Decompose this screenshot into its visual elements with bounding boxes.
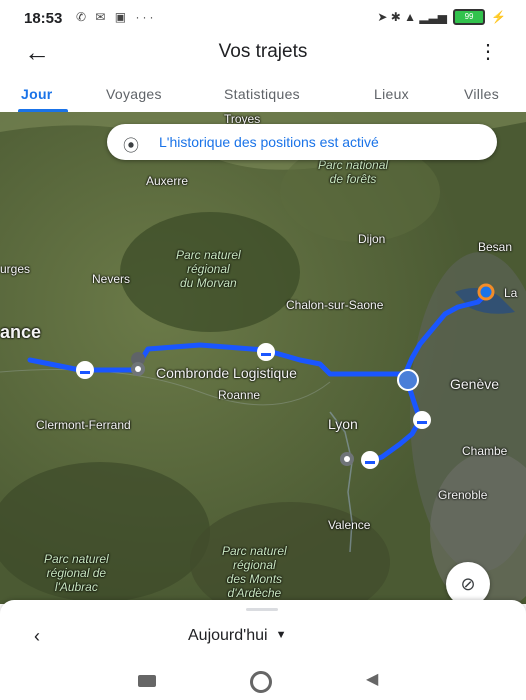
battery-icon: 99	[453, 9, 486, 25]
date-selector[interactable]: Aujourd'hui ▼	[188, 627, 286, 645]
map-label-park-aubrac: Parc naturel régional de l'Aubrac	[44, 552, 109, 594]
map-label-france: ance	[0, 322, 42, 342]
tab-statistiques[interactable]: Statistiques	[224, 86, 300, 102]
map-label-bourges: urges	[0, 262, 31, 276]
map-label-geneve: Genève	[450, 376, 500, 392]
map-label-park-forets: Parc national de forêts	[318, 158, 389, 186]
bottom-sheet: ‹ Aujourd'hui ▼	[0, 600, 526, 662]
map-label-lyon: Lyon	[328, 416, 358, 432]
tab-voyages[interactable]: Voyages	[106, 86, 162, 102]
svg-text:▬: ▬	[261, 348, 271, 359]
system-nav-bar: ◀	[0, 662, 526, 700]
circle-icon[interactable]	[250, 671, 272, 693]
notification-icons: ✆ ✉ ▣ ···	[76, 10, 157, 24]
map-label-chambery: Chambe	[462, 444, 508, 458]
location-history-banner[interactable]: ⦿ L'historique des positions est activé	[107, 124, 497, 160]
location-history-text: L'historique des positions est activé	[159, 134, 379, 150]
charging-icon: ⚡	[491, 10, 506, 24]
chevron-left-icon[interactable]: ‹	[34, 626, 40, 647]
page-title: Vos trajets	[218, 41, 308, 62]
location-pin-icon: ⦿	[123, 138, 140, 155]
tab-bar: Jour Voyages Statistiques Lieux Villes	[0, 76, 526, 113]
map-label-combronde: Combronde Logistique	[156, 365, 297, 381]
satellite-map: ▬ ▬ ▬ ▬	[0, 112, 526, 604]
map-label-auxerre: Auxerre	[146, 174, 189, 188]
svg-text:▬: ▬	[365, 456, 375, 467]
map-label-la: La	[504, 286, 518, 300]
tab-lieux[interactable]: Lieux	[374, 86, 409, 102]
square-icon[interactable]	[138, 675, 156, 687]
status-time: 18:53	[24, 10, 63, 27]
caret-down-icon: ▼	[275, 629, 287, 641]
map-label-park-morvan: Parc naturel régional du Morvan	[176, 248, 241, 290]
system-status-icons: ➤ ✱ ▲ ▂▃▅	[377, 10, 448, 24]
system-icons: ➤ ✱ ▲ ▂▃▅ 99 ⚡	[377, 9, 506, 25]
map-label-valence: Valence	[328, 518, 371, 532]
more-vert-icon[interactable]: ⋮	[478, 42, 498, 62]
map-label-besancon: Besan	[478, 240, 513, 254]
map-label-chalon: Chalon-sur-Saone	[286, 298, 384, 312]
triangle-back-icon[interactable]: ◀	[366, 669, 378, 689]
map-label-clermont: Clermont-Ferrand	[36, 418, 131, 432]
status-bar: 18:53 ✆ ✉ ▣ ··· ➤ ✱ ▲ ▂▃▅ 99 ⚡	[0, 0, 526, 36]
layers-off-icon[interactable]: ⊘	[446, 562, 490, 604]
map-label-dijon: Dijon	[358, 232, 386, 246]
tab-villes[interactable]: Villes	[464, 86, 499, 102]
svg-text:▬: ▬	[80, 366, 90, 377]
map-view[interactable]: ▬ ▬ ▬ ▬ Troyes Auxerre Parc national de …	[0, 112, 526, 604]
map-label-park-ardeche: Parc naturel régional des Monts d'Ardèch…	[222, 544, 287, 600]
date-label: Aujourd'hui	[188, 627, 268, 644]
map-label-grenoble: Grenoble	[438, 488, 488, 502]
sheet-drag-handle[interactable]	[246, 608, 278, 611]
tab-jour[interactable]: Jour	[21, 86, 53, 102]
app-bar: ← Vos trajets ⋮	[0, 36, 526, 70]
map-label-roanne: Roanne	[218, 388, 261, 402]
svg-text:▬: ▬	[417, 416, 427, 427]
map-label-nevers: Nevers	[92, 272, 131, 286]
